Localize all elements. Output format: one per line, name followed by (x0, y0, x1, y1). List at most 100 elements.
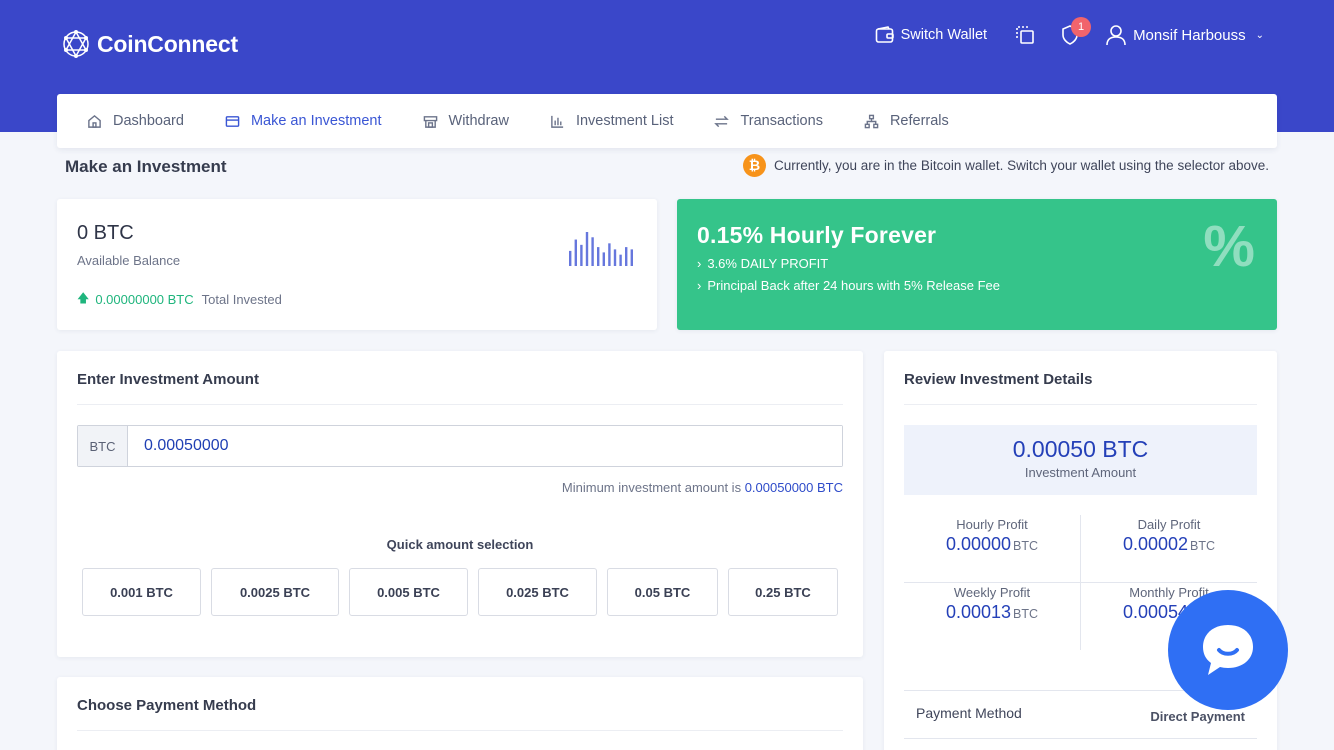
sparkline-bar (613, 249, 617, 266)
available-balance-value: 0 BTC (77, 222, 134, 244)
switch-wallet-label: Switch Wallet (900, 27, 988, 43)
nav-item-label: Transactions (740, 113, 823, 129)
bitcoin-icon: ₿ (743, 154, 766, 177)
nav-item-make-investment[interactable]: Make an Investment (225, 113, 382, 129)
brand-logo[interactable]: CoinConnect (59, 27, 238, 61)
nav-item-investment-list[interactable]: Investment List (550, 113, 674, 129)
wallet-note: ₿ Currently, you are in the Bitcoin wall… (743, 154, 1269, 177)
main-nav: Dashboard Make an Investment Withdraw In… (57, 94, 1277, 148)
user-name: Monsif Harbouss (1133, 26, 1246, 44)
percent-icon: % (1203, 214, 1255, 279)
daily-profit-label: Daily Profit (1137, 517, 1201, 532)
investment-amount-card: Enter Investment Amount BTC Minimum inve… (57, 351, 863, 657)
nav-item-withdraw[interactable]: Withdraw (423, 113, 509, 129)
daily-profit: Daily Profit 0.00002 BTC (1081, 517, 1257, 555)
nav-item-label: Investment List (575, 113, 674, 129)
card-icon (225, 115, 240, 127)
sparkline-bar (619, 254, 622, 266)
sparkline-bar (569, 250, 572, 266)
sparkline-bar (585, 232, 589, 266)
payment-method-value: Direct Payment (1150, 709, 1245, 724)
notification-button[interactable]: 1 (1061, 17, 1092, 45)
chat-icon (1203, 625, 1253, 675)
amount-input-group: BTC (77, 425, 843, 467)
copy-icon (1016, 26, 1034, 44)
nav-item-label: Referrals (889, 113, 949, 129)
quick-amount-button[interactable]: 0.005 BTC (349, 568, 468, 616)
plan-feature-text: 3.6% DAILY PROFIT (707, 256, 829, 271)
quick-amount-button[interactable]: 0.001 BTC (82, 568, 201, 616)
divider (904, 582, 1257, 583)
review-heading: Review Investment Details (904, 371, 1257, 405)
nav-item-transactions[interactable]: Transactions (714, 113, 823, 129)
investment-amount-input[interactable] (128, 426, 842, 466)
sparkline-chart (569, 232, 633, 266)
copy-button[interactable] (1015, 25, 1035, 45)
home-icon (88, 114, 101, 128)
nav-item-dashboard[interactable]: Dashboard (87, 113, 184, 129)
sparkline-bar (602, 252, 605, 266)
quick-amount-label: Quick amount selection (386, 537, 534, 552)
hourly-profit-value: 0.00000 (945, 534, 1012, 554)
currency-prefix: BTC (78, 426, 128, 466)
sparkline-bar (608, 243, 611, 266)
nav-item-label: Dashboard (113, 113, 184, 129)
sparkline-bar (580, 244, 583, 266)
available-balance-label: Available Balance (77, 253, 181, 268)
quick-amount-button[interactable]: 0.25 BTC (728, 568, 838, 616)
investment-amount-heading: Enter Investment Amount (77, 371, 843, 405)
daily-profit-value: 0.00002 (1122, 534, 1189, 554)
page-title: Make an Investment (65, 157, 227, 176)
total-invested-value: 0.00000000 BTC (95, 292, 194, 307)
wallet-icon (875, 26, 894, 43)
quick-amount-button[interactable]: 0.025 BTC (478, 568, 597, 616)
hourly-profit-label: Hourly Profit (956, 517, 1028, 532)
sparkline-bar (597, 247, 600, 266)
bar-chart-icon (551, 115, 564, 128)
payment-method-heading: Choose Payment Method (77, 697, 843, 731)
chevron-right-icon: › (697, 278, 702, 293)
weekly-profit: Weekly Profit 0.00013 BTC (904, 585, 1080, 623)
divider (904, 738, 1257, 739)
wallet-note-text: Currently, you are in the Bitcoin wallet… (774, 158, 1269, 173)
payment-method-card: Choose Payment Method (57, 677, 863, 750)
sparkline-bar (591, 237, 594, 266)
quick-amount-button[interactable]: 0.0025 BTC (211, 568, 339, 616)
swap-icon (714, 115, 730, 127)
total-invested: 🡅 0.00000000 BTC Total Invested (77, 289, 637, 310)
hourly-profit: Hourly Profit 0.00000 BTC (904, 517, 1080, 555)
switch-wallet-button[interactable]: Switch Wallet (875, 26, 987, 44)
unit-label: BTC (1013, 607, 1039, 621)
review-amount-label: Investment Amount (1024, 465, 1137, 480)
sitemap-icon (864, 114, 879, 128)
plan-feature: › Principal Back after 24 hours with 5% R… (697, 278, 1257, 293)
minimum-amount-text: Minimum investment amount is (561, 480, 742, 495)
unit-label: BTC (1190, 539, 1216, 553)
plan-feature: › 3.6% DAILY PROFIT (697, 256, 1257, 271)
network-icon (63, 30, 89, 58)
nav-item-referrals[interactable]: Referrals (864, 113, 949, 129)
chat-widget-button[interactable] (1168, 590, 1288, 710)
plan-title: 0.15% Hourly Forever (697, 222, 937, 248)
sparkline-bar (630, 249, 633, 266)
sparkline-bar (574, 239, 577, 266)
store-icon (423, 115, 437, 128)
quick-amount-button[interactable]: 0.05 BTC (607, 568, 718, 616)
nav-item-label: Withdraw (448, 113, 509, 129)
total-invested-label: Total Invested (201, 292, 282, 307)
balance-card: 0 BTC Available Balance 🡅 0.00000000 BTC… (57, 199, 657, 330)
chevron-down-icon: ⌄ (1255, 29, 1264, 41)
user-menu[interactable]: Monsif Harbouss ⌄ (1105, 24, 1264, 46)
plan-feature-text: Principal Back after 24 hours with 5% Re… (707, 278, 1000, 293)
review-amount-value: 0.00050 BTC (1012, 436, 1149, 462)
quick-amount-options: 0.001 BTC 0.0025 BTC 0.005 BTC 0.025 BTC… (77, 568, 843, 616)
minimum-amount-value: 0.00050000 BTC (744, 480, 843, 495)
unit-label: BTC (1013, 539, 1039, 553)
plan-card: 0.15% Hourly Forever › 3.6% DAILY PROFIT … (677, 199, 1277, 330)
weekly-profit-label: Weekly Profit (953, 585, 1031, 600)
user-icon (1106, 25, 1126, 46)
arrow-up-icon: 🡅 (77, 291, 90, 305)
chevron-right-icon: › (697, 256, 702, 271)
nav-item-label: Make an Investment (250, 113, 382, 129)
review-amount-box: 0.00050 BTC Investment Amount (904, 425, 1257, 495)
